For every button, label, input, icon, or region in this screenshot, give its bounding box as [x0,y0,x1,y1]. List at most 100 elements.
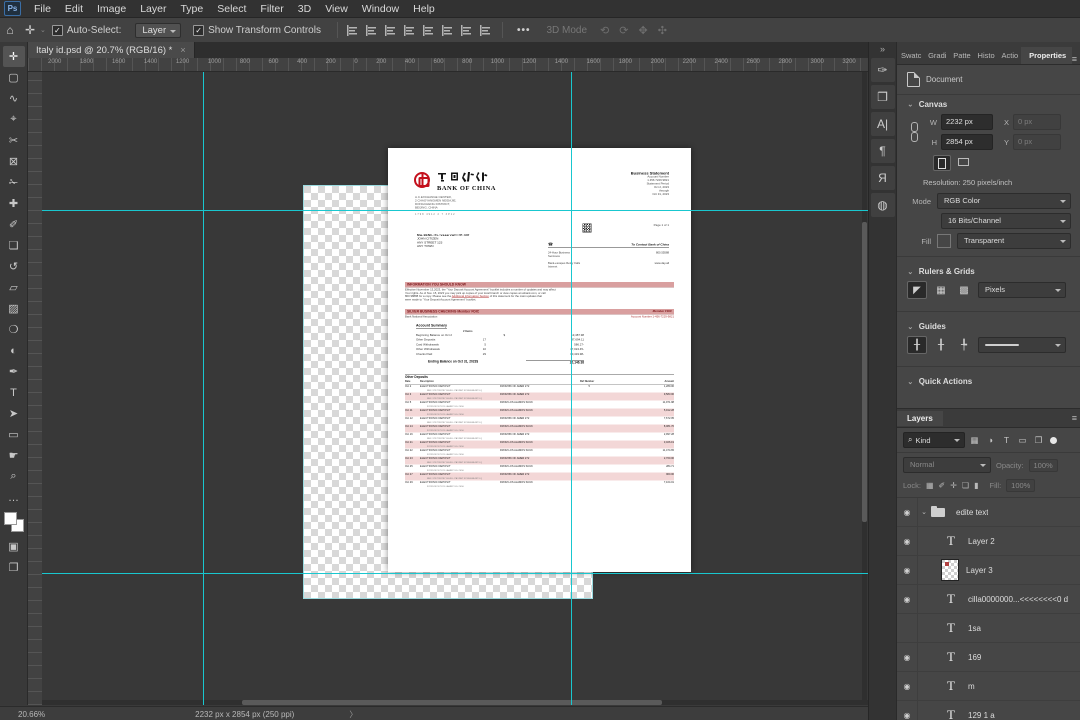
visibility-eye-icon[interactable]: ◉ [897,701,918,720]
layer-name[interactable]: Layer 2 [968,537,995,546]
menu-item[interactable]: Window [355,3,406,15]
lock-icon[interactable]: ✐ [939,481,946,490]
scrollbar-thumb[interactable] [862,222,867,522]
guide-style-dropdown[interactable] [978,337,1066,353]
screen-mode-icon[interactable]: ❐ [3,557,25,578]
y-field[interactable]: 0 px [1013,134,1061,150]
layer-thumbnail[interactable] [941,559,959,581]
panel-tab[interactable]: Swatc [897,47,924,64]
tool-button[interactable]: ✐ [3,214,25,235]
section-quick-actions[interactable]: ⌄ Quick Actions [897,372,1080,408]
opacity-field[interactable]: 100% [1028,458,1058,472]
panel-menu-icon[interactable]: ≡ [1072,413,1077,423]
align-icon[interactable] [441,24,455,36]
lock-icon[interactable]: ▦ [926,481,934,490]
guide-vertical-1[interactable] [203,72,204,705]
toggle-guides-icon[interactable]: ╂ [907,336,927,354]
align-icon[interactable] [346,24,360,36]
tab-layers[interactable]: Layers [897,410,943,426]
tool-button[interactable]: ⊠ [3,151,25,172]
status-chevron-icon[interactable]: 〉 [349,709,357,720]
toggle-pixel-grid-icon[interactable]: ▩ [955,282,973,298]
layer-name[interactable]: Layer 3 [966,566,993,575]
filter-toggle-icon[interactable] [1050,436,1057,444]
checkbox-icon[interactable]: ✓ [51,24,63,36]
layer-row[interactable]: ◉ T Layer 2 [897,527,1080,556]
section-rulers-grids[interactable]: ⌄ Rulers & Grids [897,262,1080,278]
tool-button[interactable]: ❏ [3,235,25,256]
tab-properties[interactable]: Properties [1021,47,1072,64]
ruler-units-dropdown[interactable]: Pixels [978,282,1066,298]
lock-icon[interactable]: ❏ [962,481,969,490]
menu-item[interactable]: Help [406,3,442,15]
panel-tab[interactable]: Histo [974,47,998,64]
menu-item[interactable]: Image [90,3,133,15]
layer-name[interactable]: 169 [968,653,981,662]
options-extra-icon[interactable]: ⟳ [619,24,628,37]
visibility-eye-icon[interactable] [897,614,918,642]
layer-thumbnail[interactable]: T [942,648,960,666]
panel-icon[interactable]: ¶ [870,139,895,163]
align-icon[interactable] [403,24,417,36]
menu-item[interactable]: 3D [291,3,318,15]
layer-row[interactable]: ◉ ⌄ edite text [897,498,1080,527]
lock-icon[interactable]: ✛ [950,481,957,490]
panel-icon[interactable]: Я [870,166,895,190]
bit-depth-dropdown[interactable]: 16 Bits/Channel [941,213,1071,229]
tool-button[interactable]: ✛ [2,46,25,67]
layer-thumbnail[interactable]: T [942,706,960,720]
align-icon[interactable] [479,24,493,36]
tool-button[interactable]: ✂ [3,130,25,151]
menu-item[interactable]: Edit [58,3,90,15]
panel-icon[interactable]: ❐ [870,85,895,109]
layer-name[interactable]: cilla0000000...<<<<<<<<0 d [968,595,1068,604]
tool-button[interactable]: … [3,487,25,508]
layer-row[interactable]: T 1sa [897,614,1080,643]
canvas-area[interactable]: BANK OF CHINA A.C.EXCHANGE CENTER, 2 CHA… [42,72,868,705]
layer-thumbnail[interactable]: T [942,532,960,550]
panel-icon[interactable]: ✑ [870,58,895,82]
tool-button[interactable]: ☛ [3,445,25,466]
move-tool-icon[interactable]: ✛ [20,21,40,39]
foreground-color-swatch[interactable] [3,512,17,525]
options-extra-icon[interactable]: ⟲ [600,24,609,37]
blend-mode-dropdown[interactable]: Normal [903,457,991,473]
visibility-eye-icon[interactable]: ◉ [897,527,918,555]
layer-filter-icon[interactable]: ▦ [968,435,981,446]
layer-filter-icon[interactable]: T [1000,435,1013,445]
tool-button[interactable]: ▢ [3,67,25,88]
chevron-down-icon[interactable]: ⌄ [40,26,46,34]
layer-thumbnail[interactable]: T [942,590,960,608]
layer-thumbnail[interactable]: T [942,677,960,695]
link-dimensions-icon[interactable] [910,121,918,143]
fill-dropdown[interactable]: Transparent [957,233,1071,249]
width-field[interactable]: 2232 px [941,114,993,130]
visibility-eye-icon[interactable]: ◉ [897,498,918,526]
layer-name[interactable]: 129 1 a [968,711,995,720]
layer-name[interactable]: 1sa [968,624,981,633]
height-field[interactable]: 2854 px [941,134,993,150]
clear-guides-icon[interactable]: ╄ [955,337,973,353]
visibility-eye-icon[interactable]: ◉ [897,672,918,700]
guide-horizontal-2[interactable] [42,573,868,574]
panel-menu-icon[interactable]: ≡ [1072,54,1077,64]
auto-select-target-dropdown[interactable]: Layer [135,22,182,38]
layer-row[interactable]: ◉ T 169 [897,643,1080,672]
close-tab-icon[interactable]: × [180,45,185,55]
toggle-grid-icon[interactable]: ▦ [932,282,950,298]
panel-tab[interactable]: Patte [949,47,973,64]
panel-tab[interactable]: Actio [998,47,1022,64]
tool-button[interactable]: ✚ [3,193,25,214]
panel-icon[interactable]: ◍ [870,193,895,217]
layer-name[interactable]: m [968,682,975,691]
layer-row[interactable]: ◉ T m [897,672,1080,701]
layer-row[interactable]: ◉ T 129 1 a [897,701,1080,720]
fill-swatch[interactable] [937,234,951,248]
layer-thumbnail[interactable]: T [942,619,960,637]
quick-mask-icon[interactable]: ▣ [3,536,25,557]
tool-button[interactable]: ➤ [3,403,25,424]
vertical-scrollbar[interactable] [862,72,867,700]
visibility-eye-icon[interactable]: ◉ [897,643,918,671]
menu-item[interactable]: Type [173,3,210,15]
visibility-eye-icon[interactable]: ◉ [897,556,918,584]
